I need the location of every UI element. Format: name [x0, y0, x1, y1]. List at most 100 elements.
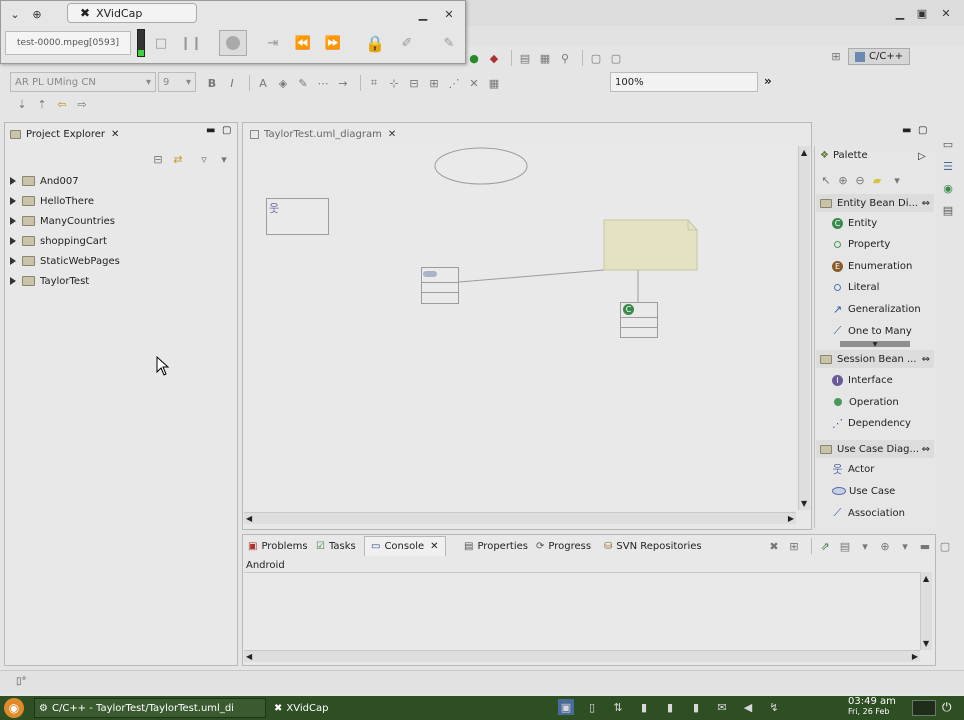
debug-icon[interactable]: ◆ [486, 50, 502, 66]
scroll-up-icon[interactable]: ▲ [801, 148, 807, 157]
tab-progress[interactable]: ⟳ Progress [536, 538, 591, 554]
toolbar-overflow-button[interactable]: » [764, 74, 772, 88]
close-icon[interactable]: ✕ [430, 541, 438, 552]
filter-icon[interactable]: ▿ [196, 151, 212, 167]
line-color-icon[interactable]: ✎ [295, 75, 311, 91]
tray-update-icon[interactable]: ↯ [766, 699, 782, 715]
note-tool-icon[interactable]: ▰ [869, 172, 885, 188]
palette-item-one-to-many[interactable]: ⟋ One to Many [832, 321, 912, 341]
minimize-icon[interactable]: ▬ [206, 125, 215, 136]
diagram-canvas[interactable]: 웃 C [244, 146, 796, 510]
note-shape[interactable] [603, 219, 698, 271]
palette-item-association[interactable]: ⟋ Association [832, 503, 905, 523]
palette-item-entity[interactable]: C Entity [832, 213, 877, 233]
tree-item[interactable]: StaticWebPages [10, 252, 120, 270]
palette-item-literal[interactable]: Literal [832, 277, 879, 297]
run-icon[interactable]: ● [466, 50, 482, 66]
tray-app-icon[interactable]: ▣ [558, 699, 574, 715]
bold-button[interactable]: B [204, 75, 220, 91]
clear-console-icon[interactable]: ✖ [766, 538, 782, 554]
palette-group-session[interactable]: Session Bean ... ⇔ [816, 350, 934, 368]
scroll-down-icon[interactable]: ▼ [923, 639, 929, 648]
tray-volume-icon[interactable]: ◀ [740, 699, 756, 715]
tab-console[interactable]: ▭ Console ✕ [364, 536, 446, 556]
lock-icon[interactable]: 🔒 [365, 33, 385, 53]
close-icon[interactable]: ✕ [938, 6, 954, 20]
close-icon[interactable]: ✕ [441, 7, 457, 21]
scroll-lock-icon[interactable]: ⊞ [786, 538, 802, 554]
pin-icon[interactable]: ⇔ [922, 354, 930, 365]
palette-item-generalization[interactable]: ↗ Generalization [832, 299, 921, 319]
palette-item-enumeration[interactable]: E Enumeration [832, 256, 912, 276]
palette-item-actor[interactable]: 웃 Actor [832, 459, 874, 479]
zoom-in-icon[interactable]: ⊕ [835, 172, 851, 188]
perspective-cpp-button[interactable]: C/C++ [848, 48, 911, 65]
palette-item-dependency[interactable]: ⋰ Dependency [832, 413, 911, 433]
minimize-icon[interactable]: ▬ [902, 125, 911, 136]
font-size-select[interactable]: 9 ▾ [158, 72, 196, 92]
palette-group-usecase[interactable]: Use Case Diag... ⇔ [816, 440, 934, 458]
align-icon[interactable]: ⊟ [406, 75, 422, 91]
tray-battery-icon[interactable]: ▮ [662, 699, 678, 715]
arrow-style-icon[interactable]: → [335, 75, 351, 91]
select-tool-icon[interactable]: ↖ [818, 172, 834, 188]
zoom-out-icon[interactable]: ⊖ [852, 172, 868, 188]
expand-icon[interactable] [10, 237, 16, 245]
expand-icon[interactable] [10, 257, 16, 265]
tray-network-icon[interactable]: ⇅ [610, 699, 626, 715]
maximize-icon[interactable]: ▣ [914, 6, 930, 20]
expand-icon[interactable] [10, 217, 16, 225]
tab-problems[interactable]: ▣ Problems [248, 538, 308, 554]
palette-item-property[interactable]: Property [832, 234, 890, 254]
new-console-icon[interactable]: ⊕ [877, 538, 893, 554]
select-all-icon[interactable]: ⌗ [366, 75, 382, 91]
minimize-icon[interactable]: ▬ [917, 538, 933, 554]
tray-chat-icon[interactable]: ✉ [714, 699, 730, 715]
properties-view-icon[interactable]: ◉ [940, 180, 956, 196]
chevron-down-icon[interactable]: ▾ [857, 538, 873, 554]
grid-icon[interactable]: ▦ [486, 75, 502, 91]
rewind-icon[interactable]: ⏪ [293, 33, 313, 53]
next-annotation-icon[interactable]: ⇣ [14, 96, 30, 112]
maximize-icon[interactable]: ▢ [222, 125, 231, 136]
add-icon[interactable]: ⊕ [29, 7, 45, 21]
palette-collapse-icon[interactable]: ▷ [918, 151, 926, 162]
record-button[interactable] [219, 30, 247, 56]
scroll-left-icon[interactable]: ◀ [246, 652, 252, 661]
actor-shape[interactable]: 웃 [266, 198, 329, 235]
tab-tasks[interactable]: ☑ Tasks [316, 538, 356, 554]
link-editor-icon[interactable]: ⇄ [170, 151, 186, 167]
logout-icon[interactable]: ⏻ [942, 700, 952, 715]
tray-device-icon[interactable]: ▮ [688, 699, 704, 715]
step-forward-icon[interactable]: ⇥ [263, 33, 283, 53]
tab-project-explorer[interactable]: Project Explorer ✕ [10, 126, 119, 142]
open-type-icon[interactable]: ▤ [517, 50, 533, 66]
tree-item[interactable]: shoppingCart [10, 232, 107, 250]
palette-item-interface[interactable]: I Interface [832, 370, 893, 390]
palette-group-entity[interactable]: Entity Bean Di... ⇔ [816, 194, 934, 212]
palette-scroll-more-icon[interactable]: ▼ [840, 341, 910, 348]
forward-icon[interactable]: ⇨ [74, 96, 90, 112]
edit-icon[interactable]: ✎ [439, 33, 459, 53]
expand-icon[interactable] [10, 277, 16, 285]
tray-terminal-icon[interactable]: ▯ [584, 699, 600, 715]
expand-icon[interactable] [10, 197, 16, 205]
pause-icon[interactable]: ❙❙ [180, 33, 202, 53]
minimize-icon[interactable]: ▁ [415, 7, 431, 21]
minimize-icon[interactable]: ▁ [892, 6, 908, 20]
maximize-icon[interactable]: ▢ [918, 125, 927, 136]
open-folder-icon[interactable]: ▦ [537, 50, 553, 66]
fast-forward-icon[interactable]: ⏩ [323, 33, 343, 53]
route-icon[interactable]: ⋰ [446, 75, 462, 91]
entity-shape[interactable]: C [620, 302, 658, 338]
display-console-icon[interactable]: ▤ [837, 538, 853, 554]
back-icon[interactable]: ⇦ [54, 96, 70, 112]
fill-color-icon[interactable]: ◈ [275, 75, 291, 91]
console-output[interactable] [244, 572, 920, 650]
prev-annotation-icon[interactable]: ⇡ [34, 96, 50, 112]
tree-item[interactable]: TaylorTest [10, 272, 89, 290]
restore-icon[interactable]: ▭ [940, 136, 956, 152]
stop-icon[interactable]: □ [151, 33, 171, 53]
palette-item-operation[interactable]: Operation [832, 392, 899, 412]
use-case-shape[interactable] [434, 147, 528, 185]
